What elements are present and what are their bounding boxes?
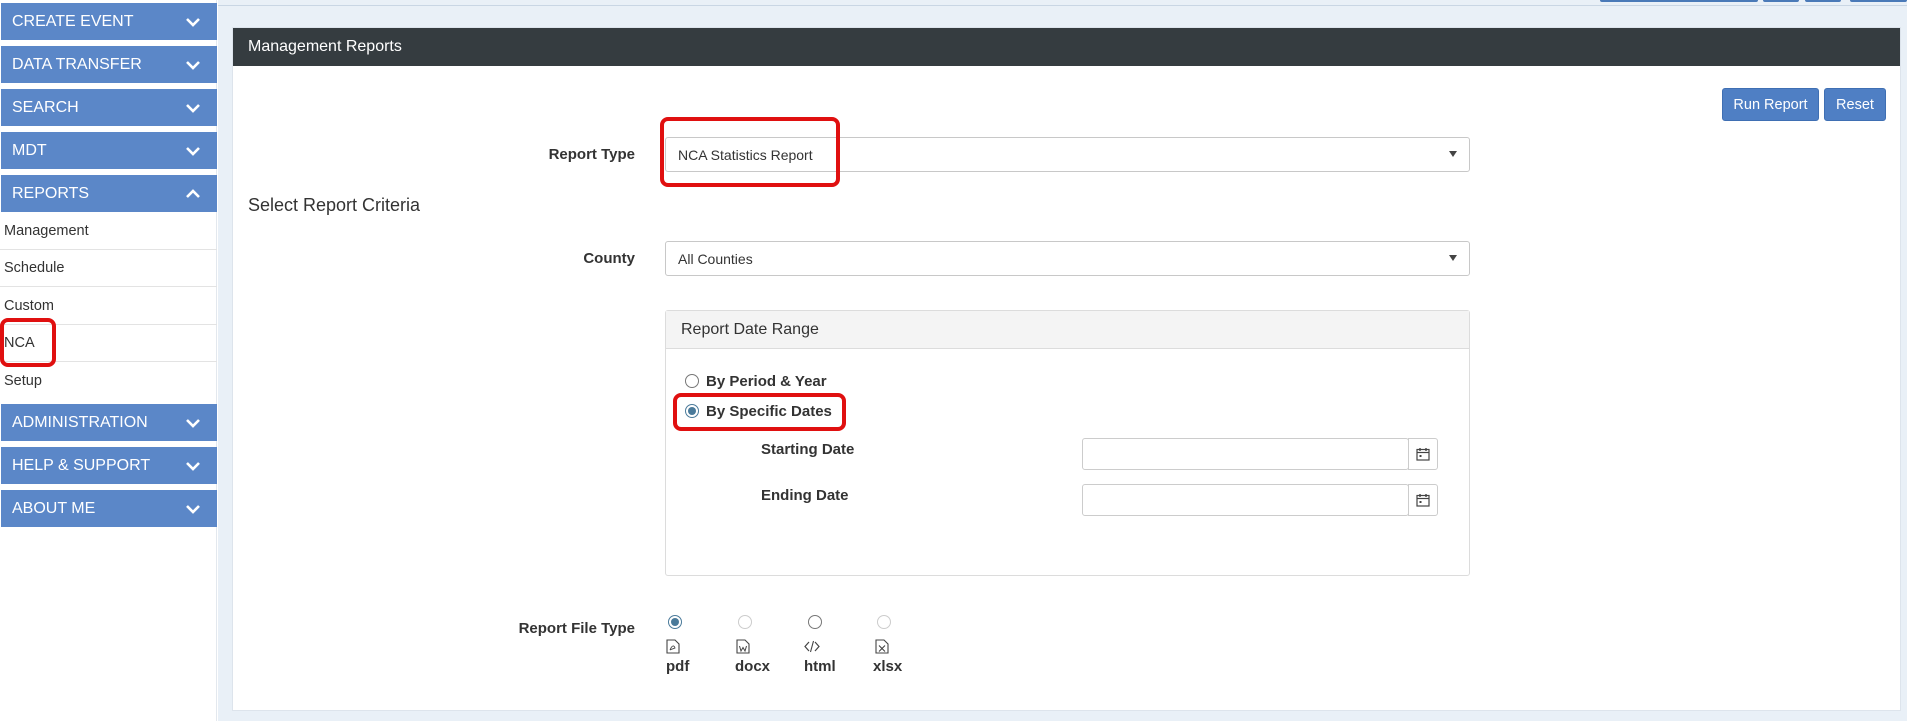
starting-date-calendar-button[interactable] [1408,438,1438,470]
radio-file-type-xlsx[interactable] [877,615,891,629]
file-type-xlsx-label: xlsx [873,658,903,675]
sidebar-item-label: NCA [4,335,35,351]
sidebar-item-label: Schedule [4,260,65,276]
starting-date-label: Starting Date [761,441,855,458]
file-type-docx-label: docx [735,658,771,675]
ending-date-label: Ending Date [761,487,849,504]
county-label: County [583,250,635,267]
county-value: All Counties [678,250,753,267]
nav-section-help-support[interactable]: HELP & SUPPORT [1,447,217,484]
starting-date-input[interactable] [1082,438,1409,470]
reset-button[interactable]: Reset [1824,88,1886,121]
radio-label-period-year: By Period & Year [706,373,827,390]
nav-section-reports[interactable]: REPORTS [1,175,217,212]
sidebar-item-setup[interactable]: Setup [0,362,217,399]
nav-section-label: DATA TRANSFER [12,55,142,73]
sidebar-item-management[interactable]: Management [0,213,217,250]
nav-section-label: SEARCH [12,98,79,116]
file-type-html-label: html [804,658,836,675]
top-toolbar-button[interactable] [1850,0,1907,2]
report-type-select[interactable]: NCA Statistics Report [665,137,1470,172]
chevron-up-icon [186,188,200,198]
chevron-down-icon [186,461,200,471]
pdf-icon [666,639,680,654]
radio-file-type-docx[interactable] [738,615,752,629]
caret-down-icon [1449,151,1457,157]
date-range-title: Report Date Range [666,311,1469,349]
sidebar: CREATE EVENT DATA TRANSFER SEARCH MDT RE… [0,0,217,721]
nav-section-search[interactable]: SEARCH [1,89,217,126]
calendar-icon [1416,494,1430,507]
chevron-down-icon [186,504,200,514]
nav-section-label: CREATE EVENT [12,12,134,30]
sidebar-item-custom[interactable]: Custom [0,288,217,325]
ending-date-input[interactable] [1082,484,1409,516]
report-type-value: NCA Statistics Report [678,146,813,163]
divider [218,5,1907,6]
nav-section-label: HELP & SUPPORT [12,456,151,474]
radio-file-type-pdf[interactable] [668,615,682,629]
nav-section-administration[interactable]: ADMINISTRATION [1,404,217,441]
nav-section-mdt[interactable]: MDT [1,132,217,169]
file-type-pdf-label: pdf [666,658,690,675]
sidebar-item-label: Management [4,223,89,239]
sidebar-item-label: Custom [4,298,54,314]
caret-down-icon [1449,255,1457,261]
sidebar-item-nca[interactable]: NCA [0,325,217,362]
nav-section-create-event[interactable]: CREATE EVENT [1,3,217,40]
chevron-down-icon [186,146,200,156]
file-type-label: Report File Type [518,620,635,637]
top-toolbar-button[interactable] [1805,0,1841,2]
county-select[interactable]: All Counties [665,241,1470,276]
radio-by-specific-dates[interactable] [685,404,699,418]
panel-title: Management Reports [233,28,1900,66]
radio-file-type-html[interactable] [808,615,822,629]
top-toolbar-button[interactable] [1600,0,1758,2]
report-type-label: Report Type [548,146,635,163]
nav-section-label: REPORTS [12,184,90,202]
run-report-button[interactable]: Run Report [1722,88,1819,121]
word-icon [736,639,750,654]
top-toolbar-button[interactable] [1763,0,1799,2]
nav-section-label: MDT [12,141,47,159]
chevron-down-icon [186,103,200,113]
sidebar-item-schedule[interactable]: Schedule [0,250,217,287]
nav-section-data-transfer[interactable]: DATA TRANSFER [1,46,217,83]
ending-date-calendar-button[interactable] [1408,484,1438,516]
radio-by-period-year[interactable] [685,374,699,388]
nav-section-label: ADMINISTRATION [12,413,148,431]
chevron-down-icon [186,418,200,428]
chevron-down-icon [186,60,200,70]
criteria-title: Select Report Criteria [248,195,421,215]
sidebar-item-label: Setup [4,372,42,389]
radio-label-specific-dates: By Specific Dates [706,403,832,420]
nav-section-about-me[interactable]: ABOUT ME [1,490,217,527]
nav-section-label: ABOUT ME [12,499,96,517]
calendar-icon [1416,448,1430,461]
excel-icon [875,639,889,654]
chevron-down-icon [186,17,200,27]
code-icon [804,640,820,653]
